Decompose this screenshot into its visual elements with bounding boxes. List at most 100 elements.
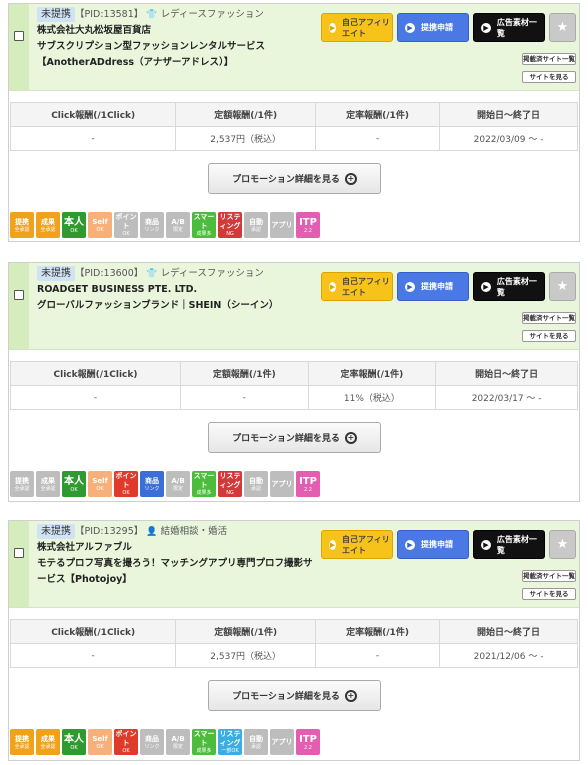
program-card: 未提携 【PID:13600】 👕 レディースファッション ROADGET BUS… bbox=[8, 262, 580, 502]
program-checkbox[interactable] bbox=[14, 31, 24, 41]
feature-tag-top: リスティング bbox=[219, 213, 241, 230]
feature-tag-bottom: 2.2 bbox=[304, 227, 312, 234]
feature-tag-bottom: 全承認 bbox=[40, 743, 56, 750]
self-affiliate-button[interactable]: ▶ 自己アフィリエイト bbox=[321, 272, 393, 301]
apply-button[interactable]: ▶ 提携申請 bbox=[397, 530, 469, 559]
feature-tag-bottom: 限定 bbox=[172, 226, 183, 233]
fixed-reward-value: 2,537円（税込） bbox=[175, 643, 316, 668]
feature-tag-top: 商品 bbox=[145, 476, 159, 485]
view-site-button[interactable]: サイトを見る bbox=[522, 330, 576, 342]
self-affiliate-label: 自己アフィリエイト bbox=[341, 17, 390, 38]
reward-table: Click報酬(/1Click) 定額報酬(/1件) 定率報酬(/1件) 開始日… bbox=[9, 619, 578, 668]
feature-tag: 成果 全承認 bbox=[36, 729, 60, 755]
favorite-button[interactable]: ★ bbox=[549, 13, 576, 42]
feature-tag-bottom: OK bbox=[96, 226, 104, 233]
program-info: 未提携 【PID:13581】 👕 レディースファッション 株式会社大丸松坂屋百貨… bbox=[37, 7, 322, 71]
status-badge: 未提携 bbox=[37, 7, 75, 22]
click-reward-header: Click報酬(/1Click) bbox=[10, 361, 181, 386]
program-name-line1: グローバルファッションブランド｜SHEIN（シーイン） bbox=[37, 300, 279, 311]
apply-button[interactable]: ▶ 提携申請 bbox=[397, 272, 469, 301]
click-reward-header: Click報酬(/1Click) bbox=[9, 619, 177, 644]
zoom-in-icon: + bbox=[344, 689, 357, 702]
feature-tag-bottom: OK bbox=[122, 748, 130, 754]
feature-tag-bottom: 全承認 bbox=[14, 226, 30, 233]
self-affiliate-button[interactable]: ▶ 自己アフィリエイト bbox=[321, 13, 393, 42]
feature-tag-bottom: OK bbox=[70, 744, 78, 751]
view-site-button[interactable]: サイトを見る bbox=[522, 71, 576, 83]
feature-tag: 本人 OK bbox=[62, 212, 86, 238]
feature-tag-bottom: 全承認 bbox=[14, 485, 30, 492]
self-affiliate-button[interactable]: ▶ 自己アフィリエイト bbox=[321, 530, 393, 559]
program-checkbox[interactable] bbox=[14, 548, 24, 558]
company-name: 株式会社大丸松坂屋百貨店 bbox=[37, 25, 152, 36]
posted-sites-button[interactable]: 掲載済サイト一覧 bbox=[522, 570, 576, 582]
posted-sites-button[interactable]: 掲載済サイト一覧 bbox=[522, 53, 576, 65]
favorite-button[interactable]: ★ bbox=[549, 530, 576, 559]
feature-tag-bottom: 承認 bbox=[250, 226, 261, 233]
checkbox-column bbox=[9, 521, 29, 607]
status-badge: 未提携 bbox=[37, 266, 75, 281]
ad-materials-button[interactable]: ▶ 広告素材一覧 bbox=[473, 530, 545, 559]
rate-reward-header: 定率報酬(/1件) bbox=[314, 102, 441, 127]
feature-tag-bottom: OK bbox=[96, 485, 104, 492]
feature-tags: 提携 全承認 成果 全承認 本人 OK Self OK ポイント OK 商品 リンク A/B 限定 スマート… bbox=[10, 729, 320, 755]
apply-button[interactable]: ▶ 提携申請 bbox=[397, 13, 469, 42]
feature-tag-bottom: 2.2 bbox=[304, 486, 312, 493]
posted-sites-button[interactable]: 掲載済サイト一覧 bbox=[522, 312, 576, 324]
favorite-button[interactable]: ★ bbox=[549, 272, 576, 301]
reward-table: Click報酬(/1Click) 定額報酬(/1件) 定率報酬(/1件) 開始日… bbox=[10, 361, 578, 410]
period-header: 開始日～終了日 bbox=[439, 619, 578, 644]
feature-tag-top: 本人 bbox=[64, 733, 84, 745]
apply-label: 提携申請 bbox=[421, 540, 453, 549]
ad-materials-button[interactable]: ▶ 広告素材一覧 bbox=[473, 272, 545, 301]
feature-tag: ポイント OK bbox=[114, 729, 138, 755]
fixed-reward-header: 定額報酬(/1件) bbox=[180, 361, 309, 386]
feature-tags: 提携 全承認 成果 全承認 本人 OK Self OK ポイント OK 商品 リンク A/B 限定 スマート… bbox=[10, 471, 320, 497]
arrow-icon: ▶ bbox=[329, 22, 336, 33]
feature-tag-top: アプリ bbox=[271, 737, 293, 746]
promotion-detail-button[interactable]: プロモーション詳細を見る + bbox=[208, 422, 381, 453]
feature-tag-bottom: OK bbox=[96, 743, 104, 750]
program-id: 【PID:13581】 bbox=[75, 9, 144, 20]
feature-tag-top: スマート bbox=[193, 730, 215, 747]
category-label: レディースファッション bbox=[160, 9, 264, 20]
feature-tag-bottom: OK bbox=[70, 486, 78, 493]
feature-tag-top: ITP bbox=[299, 475, 317, 487]
arrow-icon: ▶ bbox=[481, 539, 491, 550]
feature-tag: 成果 全承認 bbox=[36, 471, 60, 497]
feature-tag-bottom: 成果多 bbox=[196, 231, 212, 237]
ad-materials-button[interactable]: ▶ 広告素材一覧 bbox=[473, 13, 545, 42]
feature-tag-top: Self bbox=[92, 476, 108, 485]
category-label: 結婚相談・婚活 bbox=[160, 526, 228, 537]
feature-tag-bottom: 全承認 bbox=[40, 226, 56, 233]
feature-tag-bottom: OK bbox=[122, 490, 130, 496]
feature-tag: 提携 全承認 bbox=[10, 729, 34, 755]
feature-tag-top: アプリ bbox=[271, 220, 293, 229]
program-checkbox[interactable] bbox=[14, 290, 24, 300]
feature-tag-top: A/B bbox=[171, 476, 185, 485]
feature-tag: 商品 リンク bbox=[140, 471, 164, 497]
feature-tag-top: スマート bbox=[193, 472, 215, 489]
feature-tag: A/B 限定 bbox=[166, 212, 190, 238]
checkbox-column bbox=[9, 263, 29, 349]
feature-tag: ITP 2.2 bbox=[296, 212, 320, 238]
zoom-in-icon: + bbox=[344, 431, 357, 444]
feature-tag-bottom: 承認 bbox=[250, 485, 261, 492]
promotion-detail-button[interactable]: プロモーション詳細を見る + bbox=[208, 680, 381, 711]
feature-tag-bottom: 2.2 bbox=[304, 744, 312, 751]
feature-tag: Self OK bbox=[88, 729, 112, 755]
promotion-detail-button[interactable]: プロモーション詳細を見る + bbox=[208, 163, 381, 194]
shirt-icon: 👕 bbox=[146, 10, 158, 20]
feature-tag: 自動 承認 bbox=[244, 471, 268, 497]
period-header: 開始日～終了日 bbox=[439, 102, 578, 127]
arrow-icon: ▶ bbox=[481, 281, 491, 292]
feature-tag-top: A/B bbox=[171, 217, 185, 226]
feature-tag: 自動 承認 bbox=[244, 212, 268, 238]
zoom-in-icon: + bbox=[344, 172, 357, 185]
feature-tag: リスティング NG bbox=[218, 212, 242, 238]
click-reward-value: - bbox=[9, 126, 177, 151]
feature-tag: アプリ bbox=[270, 212, 294, 238]
feature-tag: スマート 成果多 bbox=[192, 212, 216, 238]
company-name: ROADGET BUSINESS PTE. LTD. bbox=[37, 284, 198, 295]
view-site-button[interactable]: サイトを見る bbox=[522, 588, 576, 600]
